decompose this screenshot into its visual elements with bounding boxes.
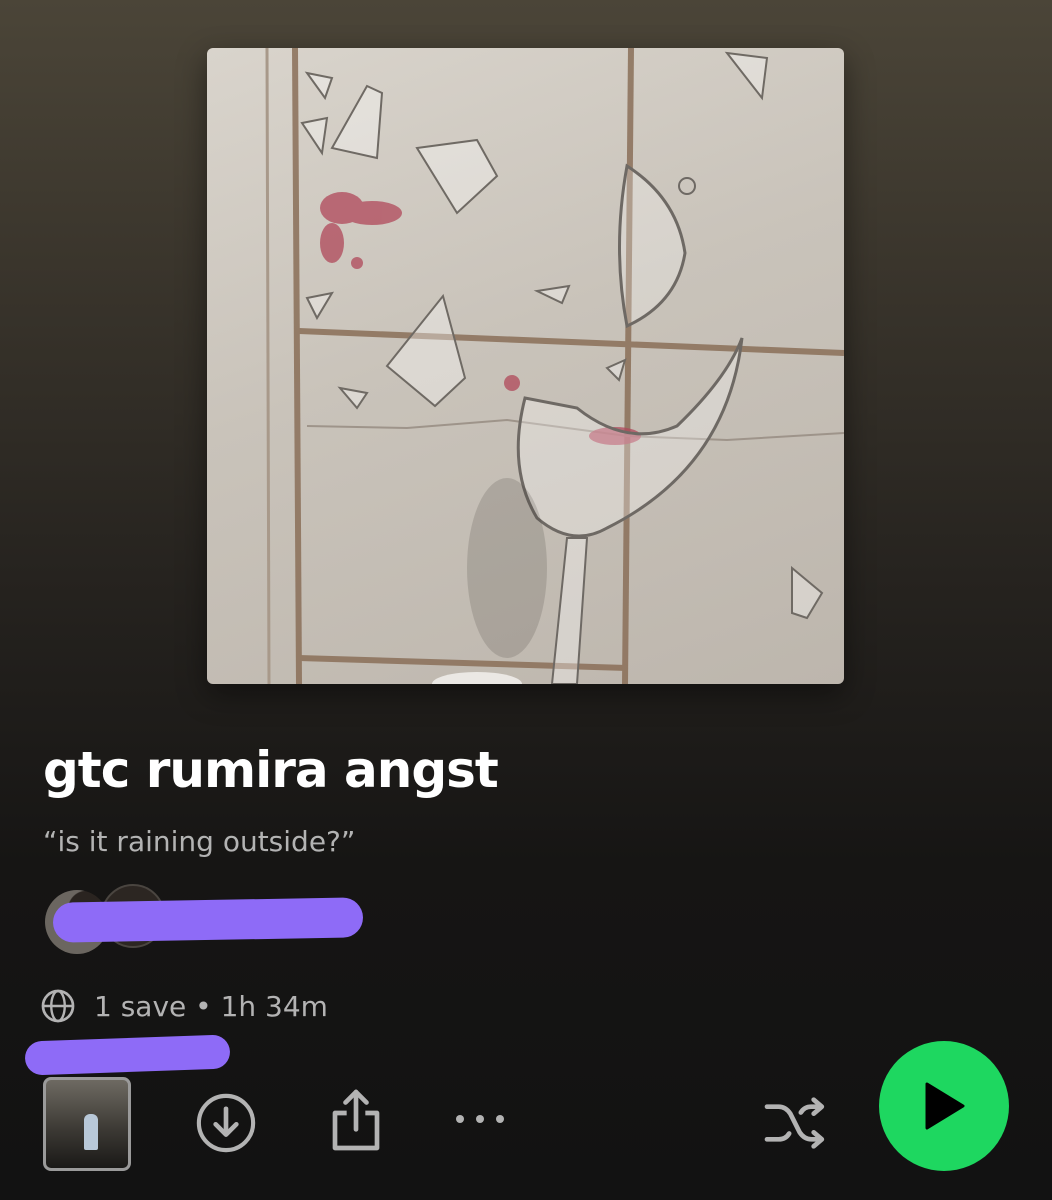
shuffle-button[interactable]	[760, 1091, 830, 1155]
play-icon	[925, 1082, 965, 1130]
playlist-title: gtc rumira angst	[43, 741, 499, 799]
owner-name-redaction	[52, 897, 364, 943]
save-count: 1 save	[94, 989, 187, 1023]
playlist-description: “is it raining outside?”	[43, 825, 356, 858]
download-button[interactable]	[194, 1091, 258, 1155]
meta-text: 1 save • 1h 34m	[94, 990, 328, 1023]
download-icon	[196, 1093, 256, 1153]
thumbnail-figure	[84, 1114, 98, 1150]
meta-separator: •	[186, 989, 221, 1023]
playlist-preview-thumbnail[interactable]	[43, 1077, 131, 1171]
owner-row[interactable]	[43, 884, 373, 954]
more-options-button[interactable]	[450, 1099, 510, 1139]
globe-icon	[41, 989, 75, 1023]
playlist-cover-art	[207, 48, 844, 684]
shuffle-icon	[764, 1097, 825, 1149]
more-options-icon	[456, 1115, 504, 1123]
share-button[interactable]	[326, 1085, 386, 1155]
play-button[interactable]	[879, 1041, 1009, 1171]
cover-illustration	[265, 48, 844, 684]
share-icon	[332, 1089, 380, 1151]
playlist-meta: 1 save • 1h 34m	[40, 986, 328, 1026]
playlist-duration: 1h 34m	[220, 989, 328, 1023]
